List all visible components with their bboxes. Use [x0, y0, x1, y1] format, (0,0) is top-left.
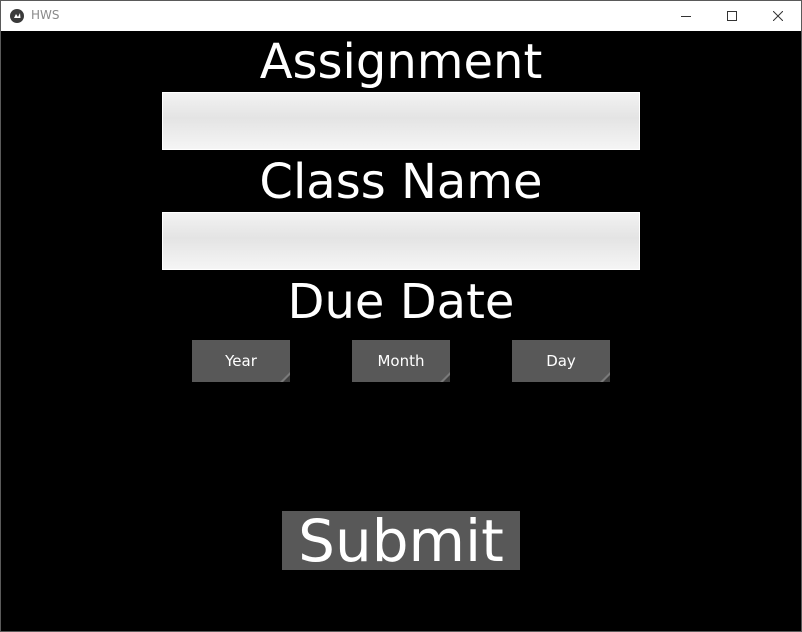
window-title: HWS: [31, 8, 60, 22]
assignment-label: Assignment: [259, 34, 543, 90]
app-window: HWS Assignment Class Name Due Date Year: [0, 0, 802, 632]
class-name-label: Class Name: [259, 154, 543, 210]
year-button[interactable]: Year: [192, 340, 290, 382]
close-icon: [773, 11, 783, 21]
close-button[interactable]: [755, 1, 801, 31]
year-button-label: Year: [225, 352, 257, 370]
minimize-button[interactable]: [663, 1, 709, 31]
maximize-button[interactable]: [709, 1, 755, 31]
maximize-icon: [727, 11, 737, 21]
due-date-label: Due Date: [287, 274, 515, 330]
dropdown-corner-shade: [443, 375, 450, 382]
dropdown-corner-shade: [603, 375, 610, 382]
assignment-input[interactable]: [162, 92, 640, 150]
class-name-input[interactable]: [162, 212, 640, 270]
month-button-label: Month: [377, 352, 425, 370]
submit-button[interactable]: Submit: [282, 511, 520, 571]
kivy-logo-icon: [10, 9, 24, 23]
day-button[interactable]: Day: [512, 340, 610, 382]
form-area: Assignment Class Name Due Date Year Mont…: [1, 31, 801, 631]
minimize-icon: [681, 16, 691, 17]
month-button[interactable]: Month: [352, 340, 450, 382]
day-button-label: Day: [546, 352, 576, 370]
dropdown-corner-shade: [283, 375, 290, 382]
title-bar[interactable]: HWS: [1, 1, 801, 31]
